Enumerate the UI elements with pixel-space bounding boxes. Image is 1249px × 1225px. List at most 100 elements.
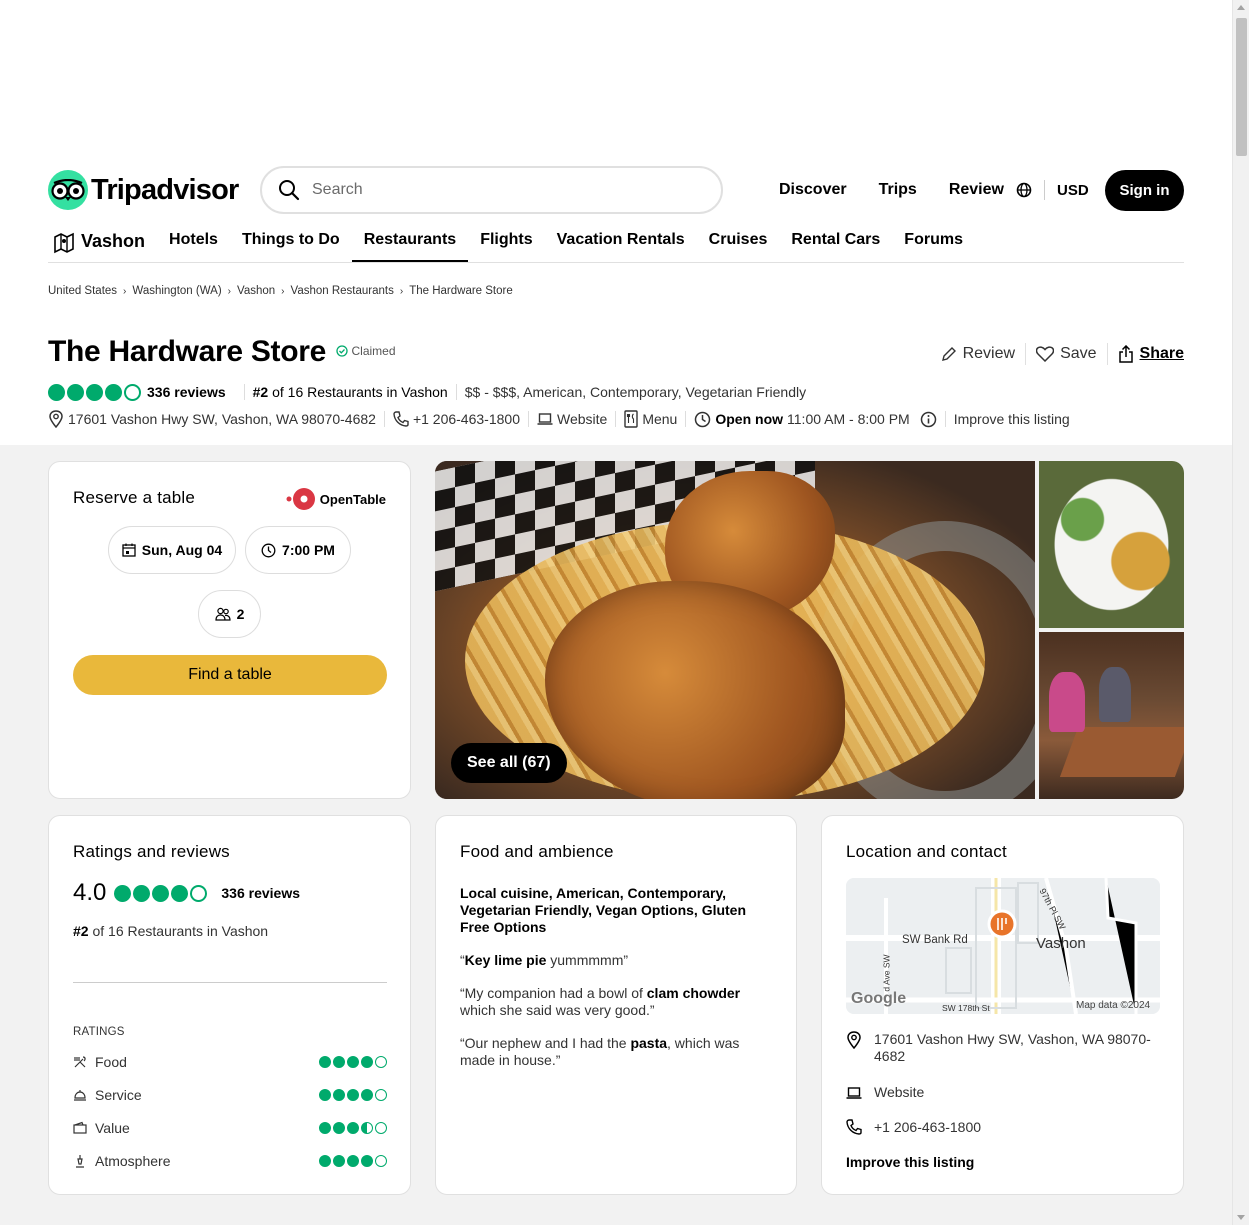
date-picker[interactable]: Sun, Aug 04 xyxy=(108,526,236,574)
date-value: Sun, Aug 04 xyxy=(141,542,223,558)
rank-text: of 16 Restaurants in Vashon xyxy=(88,923,269,939)
write-review-button[interactable]: Review xyxy=(931,345,1025,363)
nav-restaurants[interactable]: Restaurants xyxy=(351,222,469,262)
breadcrumb-link[interactable]: Washington (WA) xyxy=(132,285,221,297)
calendar-icon xyxy=(122,543,136,557)
party-size-value: 2 xyxy=(236,606,245,622)
claimed-label: Claimed xyxy=(351,344,396,358)
atmosphere-icon xyxy=(76,1155,84,1168)
rating-row-atmosphere: Atmosphere xyxy=(73,1151,387,1171)
website-link[interactable]: Website xyxy=(537,411,607,427)
heart-icon xyxy=(1036,346,1055,362)
review-snippet[interactable]: “Key lime pie yummmmm” xyxy=(460,952,778,969)
main-photo-fried-chicken[interactable]: See all (67) xyxy=(435,461,1035,799)
chevron-right-icon: › xyxy=(281,285,285,297)
review-count-link[interactable]: 336 reviews xyxy=(147,384,226,400)
scroll-down-arrow-icon[interactable] xyxy=(1237,1215,1245,1220)
address-link[interactable]: 17601 Vashon Hwy SW, Vashon, WA 98070-46… xyxy=(48,410,376,428)
nav-home-vashon[interactable]: Vashon xyxy=(48,222,157,262)
map-label-road: SW 178th St xyxy=(942,1003,990,1013)
improve-listing-link[interactable]: Improve this listing xyxy=(846,1154,974,1170)
rating-row-service: Service xyxy=(73,1085,387,1105)
photo-gallery: See all (67) xyxy=(435,461,1184,799)
nav-vacation-rentals[interactable]: Vacation Rentals xyxy=(545,222,697,262)
contact-row: 17601 Vashon Hwy SW, Vashon, WA 98070-46… xyxy=(48,409,1070,429)
map-preview[interactable]: SW Bank Rd Vashon 97th Pl SW SW 178th St… xyxy=(846,878,1160,1014)
nav-flights[interactable]: Flights xyxy=(468,222,544,262)
chevron-right-icon: › xyxy=(399,285,404,297)
breadcrumb-link[interactable]: Vashon xyxy=(237,285,275,297)
breadcrumb-link[interactable]: Vashon Restaurants xyxy=(291,285,394,297)
nav-discover[interactable]: Discover xyxy=(763,181,863,199)
nav-hotels[interactable]: Hotels xyxy=(157,222,230,262)
divider xyxy=(944,411,946,427)
rating-bubbles xyxy=(319,1122,387,1134)
ranking-link[interactable]: #2 of 16 Restaurants in Vashon xyxy=(253,384,448,400)
search-input[interactable] xyxy=(312,181,682,199)
sign-in-button[interactable]: Sign in xyxy=(1105,170,1184,211)
vertical-scrollbar[interactable] xyxy=(1232,0,1249,1225)
address-row[interactable]: 17601 Vashon Hwy SW, Vashon, WA 98070-46… xyxy=(846,1031,1160,1065)
share-label: Share xyxy=(1139,345,1184,362)
nav-things-to-do[interactable]: Things to Do xyxy=(230,222,352,262)
laptop-icon xyxy=(846,1087,862,1099)
party-size-picker[interactable]: 2 xyxy=(198,590,261,638)
clock-icon xyxy=(695,411,711,427)
price-cuisine-text: $$ - $$$, American, Contemporary, Vegeta… xyxy=(464,384,807,400)
map-pin-icon xyxy=(847,1031,861,1049)
rating-bubble-filled xyxy=(152,884,170,902)
rating-bubbles[interactable] xyxy=(48,383,141,401)
nav-rental-cars[interactable]: Rental Cars xyxy=(779,222,892,262)
title-row: The Hardware Store Claimed Review Save S… xyxy=(48,335,1184,375)
review-count[interactable]: 336 reviews xyxy=(221,885,300,901)
location-contact-card: Location and contact SW Bank Rd Vashon 9… xyxy=(821,815,1184,1195)
check-circle-icon xyxy=(336,345,349,357)
menu-link[interactable]: Menu xyxy=(624,410,677,428)
title-actions: Review Save Share xyxy=(931,343,1184,365)
divider xyxy=(243,384,245,400)
ratings-label: RATINGS xyxy=(73,1026,125,1038)
globe-icon xyxy=(1016,182,1032,198)
time-picker[interactable]: 7:00 PM xyxy=(245,526,351,574)
nav-trips[interactable]: Trips xyxy=(863,181,933,199)
opentable-icon xyxy=(286,488,315,510)
rank-number: #2 xyxy=(73,923,89,939)
nav-forums[interactable]: Forums xyxy=(892,222,975,262)
wallet-icon xyxy=(73,1121,87,1134)
search-box[interactable] xyxy=(260,166,723,214)
see-all-photos-button[interactable]: See all (67) xyxy=(451,743,567,783)
rating-bubble-filled xyxy=(171,884,189,902)
ranking-text: #2 of 16 Restaurants in Vashon xyxy=(73,923,268,939)
language-currency-selector[interactable]: USD xyxy=(1016,166,1089,214)
nav-cruises[interactable]: Cruises xyxy=(697,222,780,262)
reserve-table-card: Reserve a table OpenTable Sun, Aug 04 7:… xyxy=(48,461,411,799)
find-table-button[interactable]: Find a table xyxy=(73,655,387,695)
website-row[interactable]: Website xyxy=(846,1084,1160,1101)
share-button[interactable]: Share xyxy=(1108,345,1184,363)
tripadvisor-logo[interactable]: Tripadvisor xyxy=(48,170,239,210)
photo-tacos[interactable] xyxy=(1039,461,1184,628)
scrollbar-thumb[interactable] xyxy=(1236,18,1247,156)
hours-info[interactable]: Open now 11:00 AM - 8:00 PM xyxy=(694,411,936,428)
photo-diners[interactable] xyxy=(1039,632,1184,799)
phone-link[interactable]: +1 206-463-1800 xyxy=(393,411,520,427)
improve-listing-link[interactable]: Improve this listing xyxy=(954,411,1070,427)
map-icon xyxy=(54,232,74,254)
divider xyxy=(685,411,687,427)
top-header: Tripadvisor Discover Trips Review USD Si… xyxy=(48,166,1184,214)
phone-row[interactable]: +1 206-463-1800 xyxy=(846,1119,1160,1136)
website-text: Website xyxy=(874,1084,925,1100)
person xyxy=(1099,667,1131,722)
laptop-icon xyxy=(537,413,553,425)
overall-score: 4.0 336 reviews xyxy=(73,879,300,907)
save-button[interactable]: Save xyxy=(1026,345,1106,363)
phone-text: +1 206-463-1800 xyxy=(874,1119,982,1135)
breadcrumb-link[interactable]: United States xyxy=(48,285,117,297)
hours-text: 11:00 AM - 8:00 PM xyxy=(787,411,910,427)
nav-review[interactable]: Review xyxy=(933,181,1020,199)
review-snippet[interactable]: “My companion had a bowl of clam chowder… xyxy=(460,985,778,1019)
share-icon xyxy=(1118,345,1133,363)
scroll-up-arrow-icon[interactable] xyxy=(1237,5,1245,10)
opentable-brand: OpenTable xyxy=(319,491,386,507)
review-snippet[interactable]: “Our nephew and I had the pasta, which w… xyxy=(460,1035,778,1069)
